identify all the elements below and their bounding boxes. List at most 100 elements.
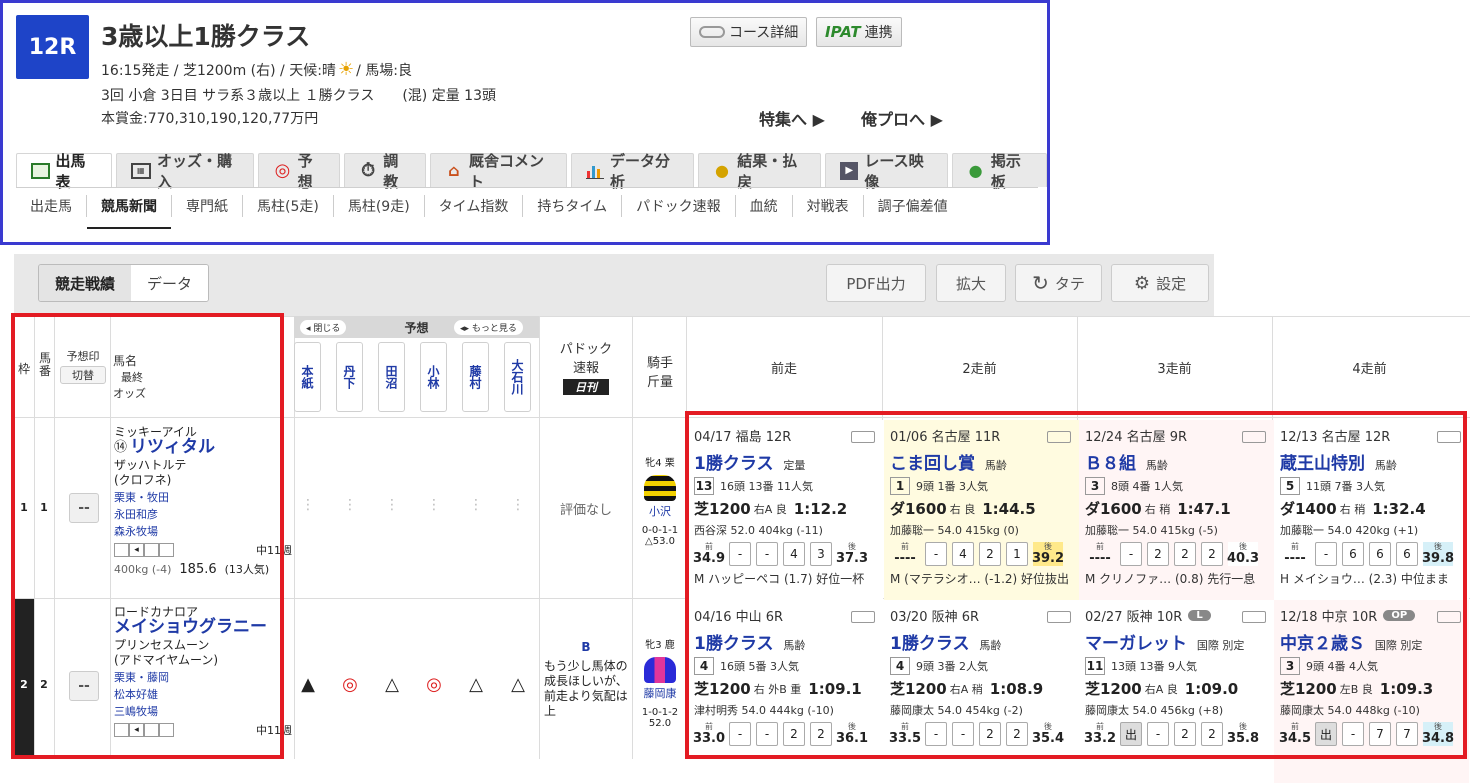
past-race-cell[interactable]: 04/16 中山 6R 1勝クラス 馬齢 4 16頭 5番 3人気 芝1200 … [688, 600, 883, 783]
corner-position: 2 [1147, 542, 1169, 566]
video-icon[interactable] [1437, 611, 1461, 623]
course-icon [699, 26, 725, 38]
finish-badge: 4 [694, 657, 714, 675]
subtab-umabashira-5[interactable]: 馬柱(5走) [243, 195, 334, 217]
video-icon[interactable] [1242, 611, 1266, 623]
umaban-header: 馬番 [38, 351, 51, 378]
collapse-button[interactable]: ◂ 閉じる [300, 320, 347, 335]
early-pace-value: 33.2 [1083, 731, 1117, 746]
early-pace-value: 33.5 [888, 731, 922, 746]
late-pace-value: 39.8 [1421, 551, 1455, 566]
show-more-button[interactable]: ◂▸ もっと見る [454, 320, 523, 335]
pundit-kobayashi: 小林 [420, 342, 447, 412]
corner-position: - [729, 722, 751, 746]
video-icon[interactable] [1047, 431, 1071, 443]
past-race-name[interactable]: 中京２歳Ｓ [1280, 634, 1365, 654]
subtab-senmonshi[interactable]: 専門紙 [172, 195, 243, 217]
trainer-link[interactable]: 永田和彦 [114, 507, 292, 522]
owner-link[interactable]: 栗東・牧田 [114, 490, 292, 505]
past-race-cell[interactable]: 04/17 福島 12R 1勝クラス 定量 13 16頭 13番 11人気 芝1… [688, 420, 883, 603]
tab-stable-comment[interactable]: ⌂ 厩舎コメント [429, 152, 567, 191]
past-race-cell[interactable]: 01/06 名古屋 11R こま回し賞 馬齢 1 9頭 1番 3人気 ダ1600… [884, 420, 1079, 603]
sex-age-color: 牝4 栗 [645, 458, 675, 469]
past-race-cell[interactable]: 02/27 阪神 10R L マーガレット 国際 別定 11 13頭 13番 9… [1079, 600, 1274, 783]
video-icon[interactable] [851, 431, 875, 443]
video-icon[interactable] [1437, 431, 1461, 443]
subtab-keiba-shinbun[interactable]: 競馬新聞 [87, 195, 172, 229]
tab-race-video[interactable]: ▶ レース映像 [825, 152, 948, 191]
finish-badge: 4 [890, 657, 910, 675]
subtab-paddock[interactable]: パドック速報 [622, 195, 736, 217]
past-race-name[interactable]: こま回し賞 [890, 454, 975, 474]
horse-name-header: 馬名 [113, 354, 138, 368]
video-icon[interactable] [1242, 431, 1266, 443]
subtab-time-index[interactable]: タイム指数 [425, 195, 524, 217]
horse-name[interactable]: メイショウグラニー [114, 619, 292, 636]
grade-pill: L [1188, 610, 1211, 621]
tab-results[interactable]: ● 結果・払戻 [697, 152, 822, 191]
race-conditions-text: 16:15発走 / 芝1200m (右) / 天候:晴 [101, 62, 336, 79]
tab-shutsubahyo[interactable]: 出馬表 [16, 152, 112, 191]
feature-link[interactable]: 特集へ ▶ [759, 106, 825, 130]
mark-select-button[interactable]: -- [69, 493, 99, 523]
horse-name[interactable]: リツィタル [130, 439, 215, 456]
past-race-cell[interactable]: 12/18 中京 10R OP 中京２歳Ｓ 国際 別定 3 9頭 4番 4人気 … [1274, 600, 1469, 783]
subtab-form-deviation[interactable]: 調子偏差値 [864, 195, 962, 217]
past-race-name[interactable]: マーガレット [1085, 634, 1187, 654]
tab-chokyo[interactable]: ⏱ 調教 [344, 152, 426, 191]
video-icon[interactable] [1047, 611, 1071, 623]
past-jockey: 藤岡康太 54.0 456kg (+8) [1085, 704, 1224, 717]
subtab-pedigree[interactable]: 血統 [736, 195, 793, 217]
pdf-export-button[interactable]: PDF出力 [826, 264, 926, 302]
past-race-cond: 馬齢 [783, 639, 806, 652]
mode-race-record[interactable]: 競走戦績 [39, 265, 132, 301]
mark-oishikawa: △ [511, 674, 525, 695]
popularity: (13人気) [224, 563, 270, 576]
distance: 芝1200 [1085, 680, 1142, 698]
tab-odds[interactable]: ▦ オッズ・購入 [115, 152, 255, 191]
tab-data-analysis[interactable]: データ分析 [570, 152, 694, 191]
mode-data[interactable]: データ [131, 265, 209, 301]
breeder-link[interactable]: 森永牧場 [114, 524, 292, 539]
past-form-boxes: ◂ [114, 723, 174, 738]
yoso-title: 予想 [404, 321, 429, 335]
subtab-best-time[interactable]: 持ちタイム [523, 195, 623, 217]
vertical-button[interactable]: ↻ タテ [1015, 264, 1102, 302]
video-icon[interactable] [851, 611, 875, 623]
past-race-name[interactable]: 1勝クラス [694, 454, 774, 474]
past-race-cell[interactable]: 03/20 阪神 6R 1勝クラス 馬齢 4 9頭 3番 2人気 芝1200 右… [884, 600, 1079, 783]
jockey-name[interactable]: 藤岡康 [635, 685, 685, 701]
mark-tanuma: ⋮ [385, 497, 399, 513]
race-card-table: 枠 馬番 予想印 切替 馬名 最終 オッズ ◂ 閉じる 予想 ◂▸ もっと見る … [11, 313, 1470, 783]
past-jockey: 加藤聡一 54.0 415kg (0) [890, 524, 1019, 537]
corner-position: - [1315, 542, 1337, 566]
past-race-name[interactable]: Ｂ８組 [1085, 454, 1136, 474]
jockey-name[interactable]: 小沢 [635, 503, 685, 519]
course-detail-button[interactable]: コース詳細 [690, 17, 808, 47]
mark-select-button[interactable]: -- [69, 671, 99, 701]
late-pace-value: 40.3 [1226, 551, 1260, 566]
tab-yoso[interactable]: ◎ 予想 [258, 152, 341, 191]
past-race-cell[interactable]: 12/24 名古屋 9R Ｂ８組 馬齢 3 8頭 4番 1人気 ダ1600 右 … [1079, 420, 1274, 603]
mark-switch-button[interactable]: 切替 [60, 366, 106, 384]
owner-link[interactable]: 栗東・藤岡 [114, 670, 292, 685]
tab-bbs[interactable]: ● 掲示板 [951, 152, 1048, 191]
orepro-link[interactable]: 俺プロへ ▶ [861, 106, 943, 130]
past-jockey: 藤岡康太 54.0 454kg (-2) [890, 704, 1023, 717]
breeder-link[interactable]: 三嶋牧場 [114, 704, 292, 719]
subtab-shussoba[interactable]: 出走馬 [16, 195, 87, 217]
zoom-button[interactable]: 拡大 [936, 264, 1006, 302]
finish-badge: 1 [890, 477, 910, 495]
past-race-name[interactable]: 1勝クラス [694, 634, 774, 654]
past-race-name[interactable]: 1勝クラス [890, 634, 970, 654]
settings-button[interactable]: ⚙ 設定 [1111, 264, 1209, 302]
distance: 芝1200 [694, 500, 751, 518]
trainer-link[interactable]: 松本好雄 [114, 687, 292, 702]
subtab-umabashira-9[interactable]: 馬柱(9走) [334, 195, 425, 217]
late-pace-value: 37.3 [835, 551, 869, 566]
past-form-boxes: ◂ [114, 543, 174, 558]
ipat-link-button[interactable]: IPAT 連携 [816, 17, 902, 47]
past-race-name[interactable]: 蔵王山特別 [1280, 454, 1365, 474]
subtab-matchup[interactable]: 対戦表 [793, 195, 864, 217]
past-race-cell[interactable]: 12/13 名古屋 12R 蔵王山特別 馬齢 5 11頭 7番 3人気 ダ140… [1274, 420, 1469, 603]
